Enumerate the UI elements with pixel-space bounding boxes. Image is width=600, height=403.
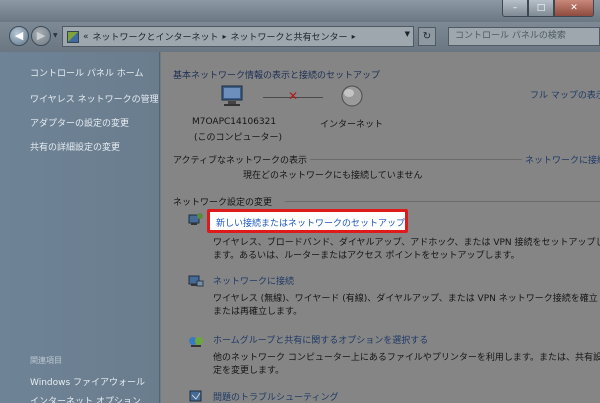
control-panel-icon: [67, 30, 79, 43]
close-button[interactable]: ✕: [554, 0, 594, 17]
disconnected-x-icon: ✕: [288, 89, 299, 103]
title-bar: – □ ✕: [0, 0, 600, 22]
homegroup-desc-line2: 定を変更します。: [213, 366, 285, 376]
new-connection-icon: [188, 213, 203, 225]
internet-globe-icon[interactable]: [340, 84, 364, 108]
address-overflow-chevron[interactable]: «: [83, 32, 89, 42]
control-panel-home-link[interactable]: コントロール パネル ホーム: [30, 66, 143, 79]
active-networks-divider: [310, 159, 522, 160]
settings-heading: ネットワーク設定の変更: [173, 198, 273, 208]
highlighted-task-box[interactable]: 新しい接続またはネットワークのセットアップ: [207, 209, 408, 233]
troubleshoot-icon: [189, 390, 202, 402]
connect-network-link[interactable]: ネットワークに接続: [525, 153, 600, 166]
forward-button[interactable]: ▶: [31, 26, 51, 46]
search-input[interactable]: コントロール パネルの検索: [448, 27, 600, 46]
refresh-icon: ↻: [422, 31, 432, 42]
minimize-button[interactable]: –: [502, 0, 528, 17]
page-title: 基本ネットワーク情報の表示と接続のセットアップ: [173, 71, 381, 81]
address-bar[interactable]: « ネットワークとインターネット ▸ ネットワークと共有センター ▸ ▼: [62, 26, 414, 47]
computer-name-label: M7OAPC14106321: [192, 117, 277, 127]
internet-options-link[interactable]: インターネット オプション: [30, 394, 141, 403]
internet-label: インターネット: [320, 120, 384, 130]
back-button[interactable]: ◀: [9, 26, 29, 46]
recent-pages-dropdown[interactable]: ▼: [53, 32, 60, 40]
back-arrow-icon: ◀: [14, 29, 24, 42]
settings-divider: [285, 201, 600, 202]
left-task-pane: コントロール パネル ホーム ワイヤレス ネットワークの管理 アダプターの設定の…: [0, 52, 160, 403]
connect-network-icon: [188, 275, 204, 287]
adapter-settings-link[interactable]: アダプターの設定の変更: [30, 116, 129, 129]
navigation-bar: ◀ ▶ ▼ « ネットワークとインターネット ▸ ネットワークと共有センター ▸…: [0, 22, 600, 52]
homegroup-sharing-link[interactable]: ホームグループと共有に関するオプションを選択する: [213, 333, 428, 346]
connect-to-network-link[interactable]: ネットワークに接続: [213, 274, 294, 287]
homegroup-icon: [189, 337, 203, 347]
active-networks-label: アクティブなネットワークの表示: [173, 156, 308, 166]
troubleshoot-link[interactable]: 問題のトラブルシューティング: [213, 390, 338, 403]
no-connection-text: 現在どのネットワークにも接続していません: [243, 171, 423, 181]
computer-caption-label: (このコンピューター): [194, 133, 283, 143]
windows-firewall-link[interactable]: Windows ファイアウォール: [30, 375, 145, 388]
computer-icon[interactable]: [220, 84, 246, 108]
homegroup-desc-line1: 他のネットワーク コンピューター上にあるファイルやプリンターを利用します。または…: [213, 353, 600, 363]
forward-arrow-icon: ▶: [36, 29, 46, 42]
new-connection-desc-line2: ます。あるいは、ルーターまたはアクセス ポイントをセットアップします。: [213, 251, 520, 261]
connect-network-desc-line1: ワイヤレス (無線)、ワイヤード (有線)、ダイヤルアップ、または VPN ネッ…: [213, 294, 598, 304]
full-map-link[interactable]: フル マップの表示: [530, 88, 600, 101]
advanced-sharing-link[interactable]: 共有の詳細設定の変更: [30, 140, 120, 153]
see-also-heading: 関連項目: [30, 356, 62, 365]
address-dropdown-icon[interactable]: ▼: [405, 30, 410, 38]
connect-network-desc-line2: または再確立します。: [213, 307, 303, 317]
breadcrumb-separator-icon[interactable]: ▸: [223, 32, 227, 41]
window-controls: – □ ✕: [502, 0, 594, 17]
new-connection-desc-line1: ワイヤレス、ブロードバンド、ダイヤルアップ、アドホック、または VPN 接続をセ…: [213, 238, 600, 248]
manage-wireless-link[interactable]: ワイヤレス ネットワークの管理: [30, 92, 159, 105]
breadcrumb-separator-icon[interactable]: ▸: [352, 32, 356, 41]
breadcrumb-sharing-center[interactable]: ネットワークと共有センター: [231, 30, 348, 43]
new-connection-link[interactable]: 新しい接続またはネットワークのセットアップ: [216, 216, 405, 229]
breadcrumb-network-internet[interactable]: ネットワークとインターネット: [93, 30, 219, 43]
refresh-button[interactable]: ↻: [418, 27, 436, 46]
maximize-button[interactable]: □: [528, 0, 554, 17]
